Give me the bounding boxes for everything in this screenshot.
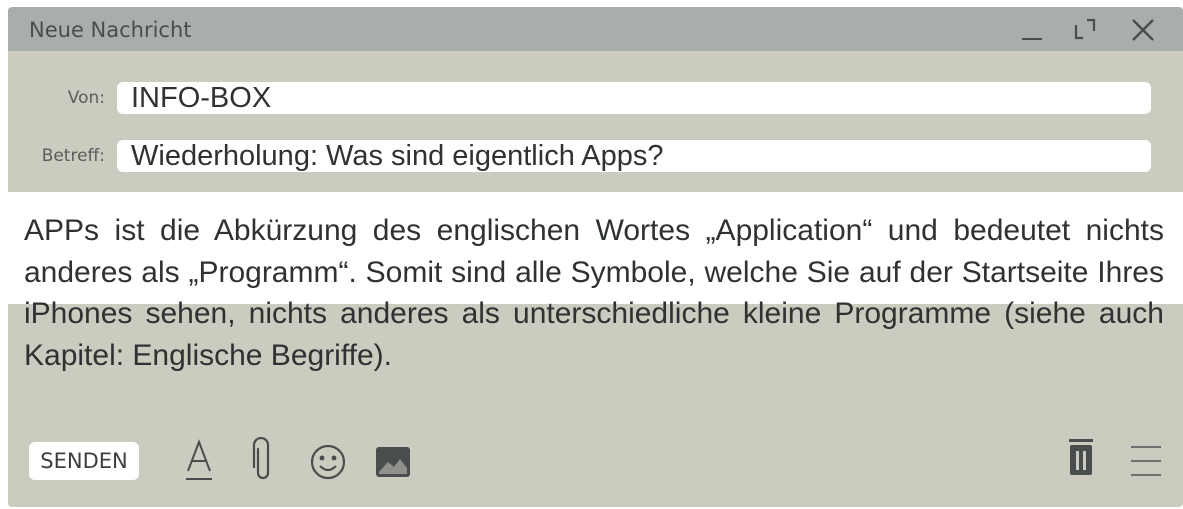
image-icon[interactable] xyxy=(375,446,411,483)
trash-icon[interactable] xyxy=(1066,437,1096,486)
send-button[interactable]: SENDEN xyxy=(29,442,139,480)
subject-row: Betreff: Wiederholung: Was sind eigentli… xyxy=(8,140,1183,172)
text-format-icon[interactable] xyxy=(184,439,214,488)
subject-label: Betreff: xyxy=(41,146,105,166)
from-label: Von: xyxy=(67,88,105,108)
from-row: Von: INFO-BOX xyxy=(8,82,1183,114)
emoji-icon[interactable] xyxy=(309,443,347,486)
minimize-icon[interactable] xyxy=(1022,13,1044,45)
compose-window: Neue Nachricht Von: INFO-BOX Betreff: Wi… xyxy=(8,7,1183,507)
maximize-icon[interactable] xyxy=(1073,13,1097,45)
compose-toolbar: SENDEN xyxy=(8,304,1183,507)
from-field[interactable]: INFO-BOX xyxy=(117,82,1151,114)
close-icon[interactable] xyxy=(1130,13,1156,45)
menu-icon[interactable] xyxy=(1130,444,1162,483)
window-title: Neue Nachricht xyxy=(29,18,192,42)
message-body[interactable]: APPs ist die Abkürzung des englischen Wo… xyxy=(8,192,1183,372)
subject-field[interactable]: Wiederholung: Was sind eigentlich Apps? xyxy=(117,140,1151,172)
paperclip-icon[interactable] xyxy=(251,436,275,488)
title-bar: Neue Nachricht xyxy=(8,7,1183,51)
